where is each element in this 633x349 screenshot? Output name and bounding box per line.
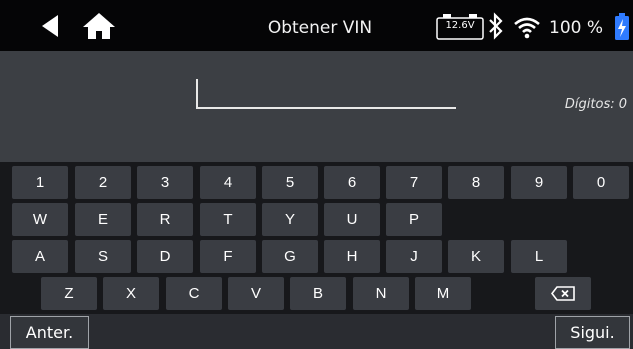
text-cursor [196, 79, 198, 107]
key-7[interactable]: 7 [386, 166, 442, 199]
key-h[interactable]: H [324, 240, 380, 273]
key-6[interactable]: 6 [324, 166, 380, 199]
wifi-icon [513, 15, 541, 39]
key-j[interactable]: J [386, 240, 442, 273]
backspace-icon [551, 286, 575, 301]
key-l[interactable]: L [511, 240, 567, 273]
key-v[interactable]: V [228, 277, 284, 310]
key-r[interactable]: R [137, 203, 193, 236]
key-0[interactable]: 0 [573, 166, 629, 199]
vin-input[interactable] [196, 79, 456, 109]
key-a[interactable]: A [12, 240, 68, 273]
status-bar: Obtener VIN 12.6V 100 % [0, 0, 633, 51]
key-c[interactable]: C [166, 277, 222, 310]
next-button[interactable]: Sigui. [555, 316, 630, 349]
vin-entry-screen: Obtener VIN 12.6V 100 % Dígitos: 0 1 2 3… [0, 0, 633, 349]
key-p[interactable]: P [386, 203, 442, 236]
key-8[interactable]: 8 [448, 166, 504, 199]
key-g[interactable]: G [262, 240, 318, 273]
key-2[interactable]: 2 [75, 166, 131, 199]
battery-percentage: 100 % [549, 18, 604, 38]
bottom-nav-bar: Anter. Sigui. [0, 314, 633, 349]
home-icon[interactable] [82, 12, 116, 40]
charging-icon [614, 13, 630, 41]
key-n[interactable]: N [353, 277, 409, 310]
digits-counter: Dígitos: 0 [564, 97, 627, 112]
back-arrow-icon[interactable] [38, 14, 64, 38]
page-title: Obtener VIN [267, 18, 373, 38]
key-3[interactable]: 3 [137, 166, 193, 199]
backspace-key[interactable] [535, 277, 591, 310]
key-z[interactable]: Z [41, 277, 97, 310]
key-w[interactable]: W [12, 203, 68, 236]
key-4[interactable]: 4 [200, 166, 256, 199]
bluetooth-icon [488, 12, 504, 40]
battery-voltage-value: 12.6V [445, 20, 475, 31]
key-1[interactable]: 1 [12, 166, 68, 199]
key-f[interactable]: F [200, 240, 256, 273]
key-d[interactable]: D [137, 240, 193, 273]
previous-button[interactable]: Anter. [10, 316, 89, 349]
vin-input-area: Dígitos: 0 [0, 51, 633, 162]
key-9[interactable]: 9 [511, 166, 567, 199]
key-t[interactable]: T [200, 203, 256, 236]
key-x[interactable]: X [103, 277, 159, 310]
key-y[interactable]: Y [262, 203, 318, 236]
on-screen-keyboard: 1 2 3 4 5 6 7 8 9 0 W E R T Y U P A S D … [0, 162, 633, 314]
key-u[interactable]: U [324, 203, 380, 236]
key-5[interactable]: 5 [262, 166, 318, 199]
key-k[interactable]: K [448, 240, 504, 273]
key-m[interactable]: M [415, 277, 471, 310]
key-e[interactable]: E [75, 203, 131, 236]
key-b[interactable]: B [290, 277, 346, 310]
key-s[interactable]: S [75, 240, 131, 273]
